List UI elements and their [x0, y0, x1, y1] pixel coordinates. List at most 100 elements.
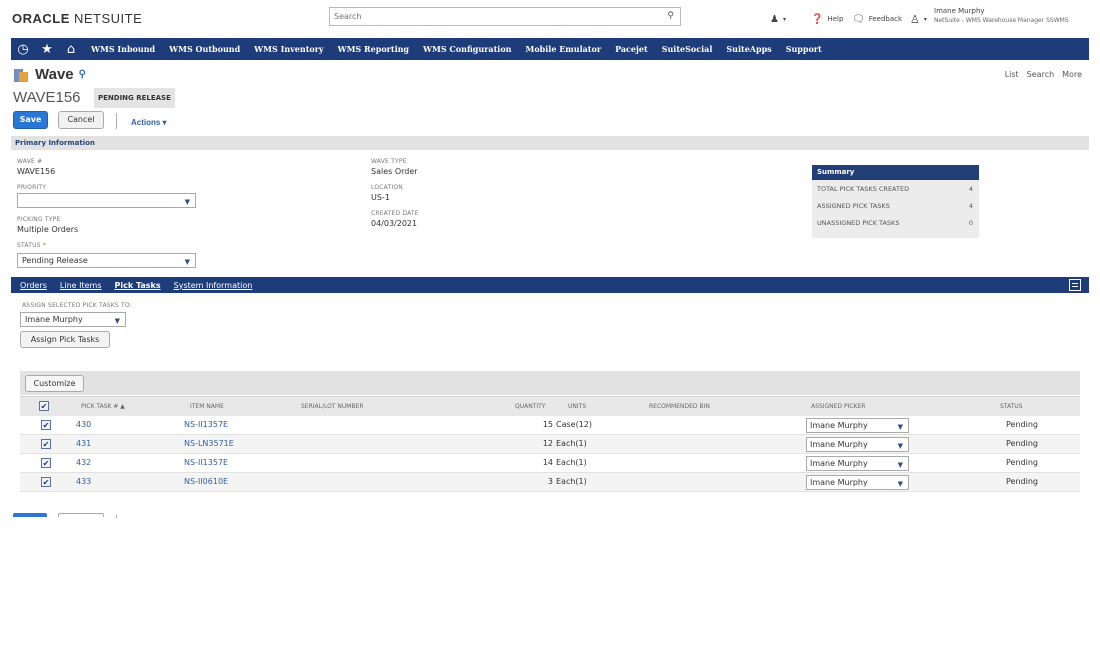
cancel-button[interactable]: Cancel	[58, 111, 104, 129]
customize-button[interactable]: Customize	[25, 375, 84, 392]
dropdown-arrow-icon: ▼	[114, 317, 120, 325]
status-cell: Pending	[1006, 420, 1038, 429]
quantity-cell: 15	[542, 420, 553, 429]
help-link[interactable]: ❓ Help	[811, 9, 843, 29]
feedback-link[interactable]: 🗨 Feedback	[852, 9, 902, 29]
print-view-icon[interactable]	[1069, 279, 1081, 291]
col-status[interactable]: STATUS	[1000, 403, 1023, 410]
nav-mobile-emulator[interactable]: Mobile Emulator	[525, 44, 601, 54]
assigned-picker-select[interactable]: Imane Murphy ▼	[806, 456, 909, 471]
pick-task-link[interactable]: 433	[76, 477, 91, 486]
dropdown-arrow-icon: ▼	[184, 258, 190, 266]
status-select[interactable]: Pending Release ▼	[17, 253, 196, 268]
units-cell: Each(1)	[556, 458, 587, 467]
user-info[interactable]: Imane Murphy NetSuite - WMS Warehouse Ma…	[934, 7, 1069, 25]
page-title: Wave ⚲	[13, 66, 86, 83]
col-quantity[interactable]: QUANTITY	[515, 403, 545, 410]
grid-toolbar	[20, 371, 1080, 395]
user-name: Imane Murphy	[934, 7, 985, 15]
toolbar-divider	[116, 113, 117, 129]
actions-menu[interactable]: Actions ▾	[131, 118, 167, 127]
assign-label: ASSIGN SELECTED PICK TASKS TO:	[22, 302, 132, 309]
recent-records-icon[interactable]: ♟	[770, 14, 779, 25]
more-link[interactable]: More	[1062, 70, 1082, 79]
record-id: WAVE156	[13, 89, 81, 106]
summary-row: UNASSIGNED PICK TASKS 0	[817, 219, 973, 227]
tab-line-items[interactable]: Line Items	[60, 281, 102, 290]
search-link[interactable]: Search	[1027, 70, 1054, 79]
global-search[interactable]: ⚲	[329, 7, 681, 26]
dropdown-arrow-icon: ▼	[184, 198, 190, 206]
nav-suiteapps[interactable]: SuiteApps	[726, 44, 771, 54]
recent-clock-icon[interactable]: ◷	[11, 42, 35, 57]
tab-orders[interactable]: Orders	[20, 281, 47, 290]
wave-number-label: WAVE #	[17, 158, 43, 165]
units-cell: Case(12)	[556, 420, 592, 429]
nav-pacejet[interactable]: Pacejet	[615, 44, 648, 54]
quantity-cell: 12	[542, 439, 553, 448]
col-item-name[interactable]: ITEM NAME	[190, 403, 224, 410]
col-serial-lot[interactable]: SERIAL/LOT NUMBER	[301, 403, 364, 410]
assigned-picker-select[interactable]: Imane Murphy ▼	[806, 418, 909, 433]
item-name-link[interactable]: NS-II0610E	[184, 477, 228, 486]
pick-task-link[interactable]: 430	[76, 420, 91, 429]
col-pick-task[interactable]: PICK TASK # ▲	[81, 403, 125, 410]
search-icon[interactable]: ⚲	[79, 69, 86, 80]
table-row: ✔ 431 NS-LN3571E 12 Each(1) Imane Murphy…	[20, 435, 1080, 454]
item-name-link[interactable]: NS-II1357E	[184, 458, 228, 467]
wave-type-value: Sales Order	[371, 167, 418, 176]
save-button-bottom[interactable]	[13, 513, 47, 517]
row-checkbox[interactable]: ✔	[41, 458, 51, 468]
item-name-link[interactable]: NS-II1357E	[184, 420, 228, 429]
nav-support[interactable]: Support	[786, 44, 822, 54]
recent-records-menu[interactable]: ♟ ▾	[770, 9, 786, 29]
summary-title: Summary	[812, 165, 979, 180]
dropdown-arrow-icon: ▼	[897, 423, 903, 431]
priority-select[interactable]: ▼	[17, 193, 196, 208]
nav-wms-outbound[interactable]: WMS Outbound	[169, 44, 240, 54]
picking-type-value: Multiple Orders	[17, 225, 79, 234]
nav-wms-configuration[interactable]: WMS Configuration	[423, 44, 511, 54]
nav-wms-inventory[interactable]: WMS Inventory	[254, 44, 323, 54]
row-checkbox[interactable]: ✔	[41, 439, 51, 449]
star-icon[interactable]: ★	[35, 42, 59, 57]
primary-info-header[interactable]: Primary Information	[11, 136, 1089, 150]
col-assigned-picker[interactable]: ASSIGNED PICKER	[811, 403, 865, 410]
status-badge: PENDING RELEASE	[94, 88, 175, 108]
col-units[interactable]: UNITS	[568, 403, 586, 410]
user-role: NetSuite - WMS Warehouse Manager SSWMS	[934, 17, 1069, 24]
chat-bubble-icon: 🗨	[852, 13, 865, 25]
cancel-button-bottom[interactable]	[58, 513, 104, 517]
row-checkbox[interactable]: ✔	[41, 420, 51, 430]
pick-task-link[interactable]: 432	[76, 458, 91, 467]
role-switcher[interactable]: ♙ ▾	[910, 9, 927, 29]
summary-panel: Summary TOTAL PICK TASKS CREATED 4 ASSIGN…	[812, 165, 979, 238]
assigned-picker-select[interactable]: Imane Murphy ▼	[806, 475, 909, 490]
select-all-checkbox[interactable]: ✔	[39, 401, 49, 411]
status-cell: Pending	[1006, 477, 1038, 486]
item-name-link[interactable]: NS-LN3571E	[184, 439, 234, 448]
search-input[interactable]	[330, 8, 650, 25]
tab-pick-tasks[interactable]: Pick Tasks	[115, 281, 161, 290]
status-cell: Pending	[1006, 458, 1038, 467]
nav-suitesocial[interactable]: SuiteSocial	[662, 44, 713, 54]
tab-system-information[interactable]: System Information	[174, 281, 253, 290]
list-link[interactable]: List	[1005, 70, 1019, 79]
row-checkbox[interactable]: ✔	[41, 477, 51, 487]
assigned-picker-select[interactable]: Imane Murphy ▼	[806, 437, 909, 452]
col-recommended-bin[interactable]: RECOMMENDED BIN	[649, 403, 710, 410]
assign-pick-tasks-button[interactable]: Assign Pick Tasks	[20, 331, 110, 348]
wave-number-value: WAVE156	[17, 167, 56, 176]
search-icon[interactable]: ⚲	[667, 11, 674, 21]
created-date-label: CREATED DATE	[371, 210, 419, 217]
nav-wms-inbound[interactable]: WMS Inbound	[91, 44, 155, 54]
pick-task-link[interactable]: 431	[76, 439, 91, 448]
location-label: LOCATION	[371, 184, 403, 191]
home-icon[interactable]: ⌂	[59, 42, 83, 57]
wave-type-label: WAVE TYPE	[371, 158, 407, 165]
save-button[interactable]: Save	[13, 111, 48, 129]
assign-picker-select[interactable]: Imane Murphy ▼	[20, 312, 126, 327]
netsuite-logo[interactable]: ORACLE NETSUITE	[12, 11, 142, 26]
nav-wms-reporting[interactable]: WMS Reporting	[338, 44, 409, 54]
summary-row: TOTAL PICK TASKS CREATED 4	[817, 185, 973, 193]
